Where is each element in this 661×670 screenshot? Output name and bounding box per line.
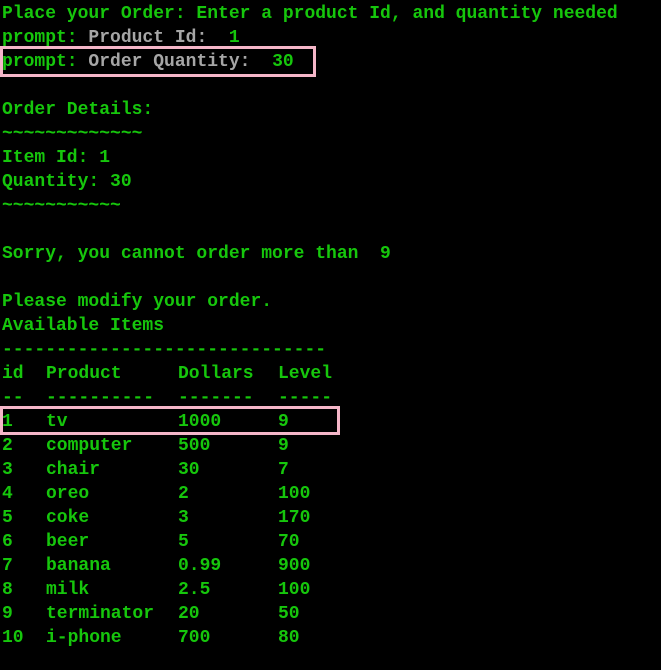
cell-level: 100 xyxy=(278,580,311,600)
prompt-prefix: prompt: xyxy=(2,28,78,48)
underline-id: -- xyxy=(2,388,24,408)
order-quantity: Quantity: 30 xyxy=(2,172,132,192)
prompt-prefix: prompt: xyxy=(2,52,78,72)
cell-level: 170 xyxy=(278,508,311,528)
cell-level: 9 xyxy=(278,436,289,456)
table-header: id Product Dollars Level xyxy=(2,362,659,386)
table-rule: ------------------------------ xyxy=(2,340,327,360)
cell-id: 2 xyxy=(2,436,13,456)
table-row: 10 i-phone 700 80 xyxy=(2,626,659,650)
table-row: 9 terminator 20 50 xyxy=(2,602,659,626)
order-details-heading: Order Details: xyxy=(2,100,154,120)
cell-product: tv xyxy=(46,412,68,432)
terminal-output: Place your Order: Enter a product Id, an… xyxy=(2,2,659,650)
cell-id: 8 xyxy=(2,580,13,600)
cell-level: 80 xyxy=(278,628,300,648)
cell-product: i-phone xyxy=(46,628,122,648)
underline-dollars: ------- xyxy=(178,388,254,408)
cell-product: coke xyxy=(46,508,90,528)
available-items-heading: Available Items xyxy=(2,316,165,336)
prompt-quantity-line: prompt: Order Quantity: 30 xyxy=(2,50,659,74)
header-id: id xyxy=(2,364,24,384)
cell-id: 6 xyxy=(2,532,13,552)
cell-id: 10 xyxy=(2,628,24,648)
product-id-label: Product Id: xyxy=(77,28,219,48)
cell-level: 50 xyxy=(278,604,300,624)
underline-product: ---------- xyxy=(46,388,155,408)
header-dollars: Dollars xyxy=(178,364,254,384)
cell-product: computer xyxy=(46,436,133,456)
table-header-underline: -- ---------- ------- ----- xyxy=(2,386,659,410)
cell-dollars: 5 xyxy=(178,532,189,552)
cell-dollars: 700 xyxy=(178,628,211,648)
order-quantity-value: 30 xyxy=(261,52,294,72)
cell-level: 900 xyxy=(278,556,311,576)
intro-line: Place your Order: Enter a product Id, an… xyxy=(2,4,618,24)
cell-dollars: 0.99 xyxy=(178,556,222,576)
modify-message: Please modify your order. xyxy=(2,292,273,312)
order-details-separator-top: ~~~~~~~~~~~~~ xyxy=(2,124,143,144)
table-row: 1 tv 1000 9 xyxy=(2,410,659,434)
cell-id: 9 xyxy=(2,604,13,624)
cell-id: 5 xyxy=(2,508,13,528)
cell-dollars: 500 xyxy=(178,436,211,456)
cell-id: 7 xyxy=(2,556,13,576)
cell-product: milk xyxy=(46,580,90,600)
cell-product: banana xyxy=(46,556,111,576)
table-row: 7 banana 0.99 900 xyxy=(2,554,659,578)
cell-product: chair xyxy=(46,460,101,480)
header-product: Product xyxy=(46,364,122,384)
table-row: 4 oreo 2 100 xyxy=(2,482,659,506)
cell-id: 3 xyxy=(2,460,13,480)
table-row: 3 chair 30 7 xyxy=(2,458,659,482)
cell-product: terminator xyxy=(46,604,155,624)
order-quantity-label: Order Quantity: xyxy=(77,52,262,72)
cell-dollars: 2 xyxy=(178,484,189,504)
product-id-value: 1 xyxy=(218,28,240,48)
order-item-id: Item Id: 1 xyxy=(2,148,111,168)
cell-product: oreo xyxy=(46,484,90,504)
cell-id: 4 xyxy=(2,484,13,504)
cell-dollars: 2.5 xyxy=(178,580,211,600)
cell-level: 9 xyxy=(278,412,289,432)
error-message: Sorry, you cannot order more than 9 xyxy=(2,244,391,264)
cell-level: 100 xyxy=(278,484,311,504)
order-details-separator-bottom: ~~~~~~~~~~~ xyxy=(2,196,121,216)
underline-level: ----- xyxy=(278,388,333,408)
cell-dollars: 30 xyxy=(178,460,200,480)
table-row: 2 computer 500 9 xyxy=(2,434,659,458)
cell-dollars: 3 xyxy=(178,508,189,528)
cell-id: 1 xyxy=(2,412,13,432)
cell-dollars: 20 xyxy=(178,604,200,624)
cell-level: 7 xyxy=(278,460,289,480)
header-level: Level xyxy=(278,364,333,384)
cell-level: 70 xyxy=(278,532,300,552)
table-row: 6 beer 5 70 xyxy=(2,530,659,554)
prompt-product-line: prompt: Product Id: 1 xyxy=(2,26,659,50)
cell-dollars: 1000 xyxy=(178,412,222,432)
cell-product: beer xyxy=(46,532,90,552)
table-row: 5 coke 3 170 xyxy=(2,506,659,530)
table-row: 8 milk 2.5 100 xyxy=(2,578,659,602)
